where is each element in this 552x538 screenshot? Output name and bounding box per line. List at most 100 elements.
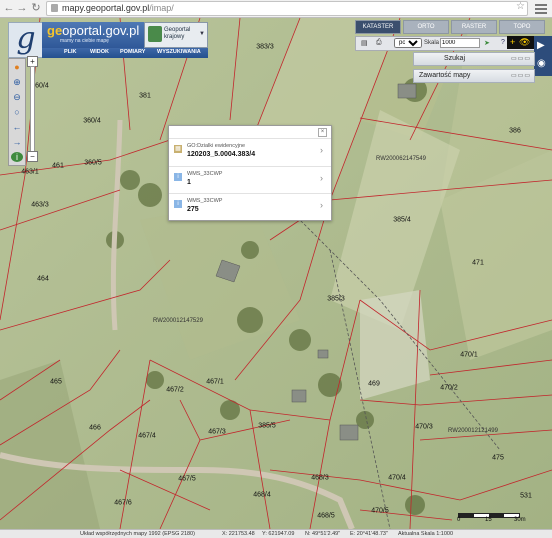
visibility-toggle[interactable]: + 👁 (507, 36, 535, 49)
parcel-label: 475 (492, 454, 504, 462)
view-icon[interactable]: ◉ (537, 58, 546, 69)
menu-widok[interactable]: WIDOK (90, 49, 109, 55)
logo-name-rest: oportal.gov.pl (62, 23, 140, 38)
back-icon[interactable]: ← (3, 1, 15, 15)
reload-icon[interactable]: ↻ (30, 1, 42, 15)
search-panel-title: Szukaj (444, 55, 466, 62)
info-icon: i (174, 173, 182, 181)
parcel-label: 383/3 (256, 43, 274, 51)
panel-controls-icon[interactable]: ▭▭▭ (511, 53, 531, 65)
next-view-icon[interactable]: → (11, 137, 23, 147)
popup-item[interactable]: ▦ GO:Dzialki ewidencyjne 120203_5.0004.3… (169, 138, 331, 165)
zoom-slider-track[interactable] (30, 66, 35, 154)
scale-tick: 15 (485, 517, 492, 523)
popup-item-title: WMS_33CWP (187, 198, 223, 204)
geoportal-header: g geoportal.gov.pl mamy na ciebie mapę G… (8, 22, 208, 58)
save-icon[interactable]: ▤ (361, 39, 368, 47)
selector-line1: Geoportal (164, 27, 191, 33)
parcel-label: 531 (520, 492, 532, 500)
menu-plik[interactable]: PLIK (64, 49, 77, 55)
zoom-box-icon[interactable]: ○ (11, 107, 23, 117)
pan-icon[interactable]: ● (11, 62, 23, 72)
parcel-label: 470/2 (440, 384, 458, 392)
parcel-label: 360/5 (84, 159, 102, 167)
close-icon[interactable]: × (318, 128, 327, 137)
parcel-label: 471 (472, 259, 484, 267)
menu-wyszukiwania[interactable]: WYSZUKIWANIA (157, 49, 201, 55)
parcel-label: 381 (139, 92, 151, 100)
eye-icon[interactable]: 👁 (519, 37, 530, 48)
info-icon[interactable]: i (11, 152, 23, 162)
popup-item-title: GO:Dzialki ewidencyjne (187, 143, 246, 149)
popup-item[interactable]: i WMS_33CWP 1 › (169, 166, 331, 193)
help-icon[interactable]: ? (501, 39, 505, 46)
scale-input[interactable] (440, 38, 480, 48)
parcel-label: 467/5 (178, 475, 196, 483)
popup-item-value: 275 (187, 206, 199, 213)
parcel-label: 385/4 (393, 216, 411, 224)
address-bar[interactable]: mapy.geoportal.gov.pl/imap/ (46, 1, 528, 16)
logo-tagline: mamy na ciebie mapę (60, 38, 109, 44)
parcel-label: 467/3 (208, 428, 226, 436)
map-content-panel-header[interactable]: Zawartość mapy ▭▭▭ (413, 69, 535, 83)
parcel-label: 470/5 (371, 507, 389, 515)
url-path: /imap/ (149, 3, 174, 13)
parcel-label: 469 (368, 380, 380, 388)
url-host: mapy.geoportal.gov.pl (62, 3, 150, 13)
scale-bar: 0 15 30m (457, 510, 538, 524)
chevron-right-icon: › (320, 173, 323, 183)
tab-kataster[interactable]: KATASTER (355, 20, 401, 34)
search-panel-header[interactable]: Szukaj ▭▭▭ (413, 52, 535, 66)
browser-menu-icon[interactable] (535, 2, 547, 14)
bookmark-star-icon[interactable]: ☆ (516, 1, 525, 12)
go-icon[interactable]: ➤ (484, 39, 490, 47)
parcel-label: 467/6 (114, 499, 132, 507)
language-select[interactable]: pol (394, 38, 422, 48)
scale-tick: 30m (514, 517, 526, 523)
layer-icon: ▦ (174, 145, 182, 153)
parcel-label: 385/3 (327, 295, 345, 303)
map-content-panel-title: Zawartość mapy (419, 72, 471, 79)
parcel-label: 468/5 (317, 512, 335, 520)
parcel-label: 463/3 (31, 201, 49, 209)
expand-panel-icon[interactable]: ▶ (537, 40, 545, 51)
forward-icon[interactable]: → (16, 1, 28, 15)
parcel-label: 470/1 (460, 351, 478, 359)
tab-raster[interactable]: RASTER (451, 20, 497, 34)
zoom-slider[interactable]: + − (27, 56, 38, 162)
zoom-in-icon[interactable]: ⊕ (11, 77, 23, 87)
scale-label: Skala (424, 40, 440, 46)
zoom-out-icon[interactable]: ⊖ (11, 92, 23, 102)
logo-name-accent: ge (47, 23, 63, 38)
add-icon[interactable]: + (510, 37, 515, 47)
feature-info-popup: × ▦ GO:Dzialki ewidencyjne 120203_5.0004… (168, 125, 332, 221)
parcel-label: 385/5 (258, 422, 276, 430)
parcel-label: 465 (50, 378, 62, 386)
print-icon[interactable]: ⎙ (376, 39, 382, 47)
parcel-label: 464 (37, 275, 49, 283)
zoom-minus-button[interactable]: − (27, 151, 38, 162)
menu-pomiary[interactable]: POMIARY (120, 49, 145, 55)
panel-controls-icon[interactable]: ▭▭▭ (511, 70, 531, 82)
popup-item[interactable]: i WMS_33CWP 275 › (169, 193, 331, 220)
parcel-label: 467/1 (206, 378, 224, 386)
side-panel-strip: ▶ ◉ (534, 36, 552, 76)
chevron-right-icon: › (320, 200, 323, 210)
geoportal-logo-icon[interactable]: g (8, 22, 44, 58)
cadastral-map (0, 18, 552, 529)
tab-orto[interactable]: ORTO (403, 20, 449, 34)
parcel-label: 461 (52, 162, 64, 170)
map-navigation-toolbar: ● ⊕ ⊖ ○ ← → i (8, 58, 26, 166)
parcel-label: 467/4 (138, 432, 156, 440)
map-canvas[interactable]: 383/3360/4381385/2360/4386461360/5463/14… (0, 18, 552, 529)
selector-line2: krajowy (164, 34, 185, 40)
tab-topo[interactable]: TOPO (499, 20, 545, 34)
portal-selector[interactable]: Geoportal krajowy ▼ (144, 22, 208, 48)
scale-tick: 0 (457, 517, 461, 523)
layer-tabs: KATASTER ORTO RASTER TOPO (355, 20, 547, 34)
parcel-label: 360/4 (83, 117, 101, 125)
info-icon: i (174, 200, 182, 208)
browser-toolbar: ← → ↻ mapy.geoportal.gov.pl/imap/ ☆ (0, 0, 552, 18)
geoportal-title: geoportal.gov.pl mamy na ciebie mapę (42, 22, 144, 48)
previous-view-icon[interactable]: ← (11, 122, 23, 132)
